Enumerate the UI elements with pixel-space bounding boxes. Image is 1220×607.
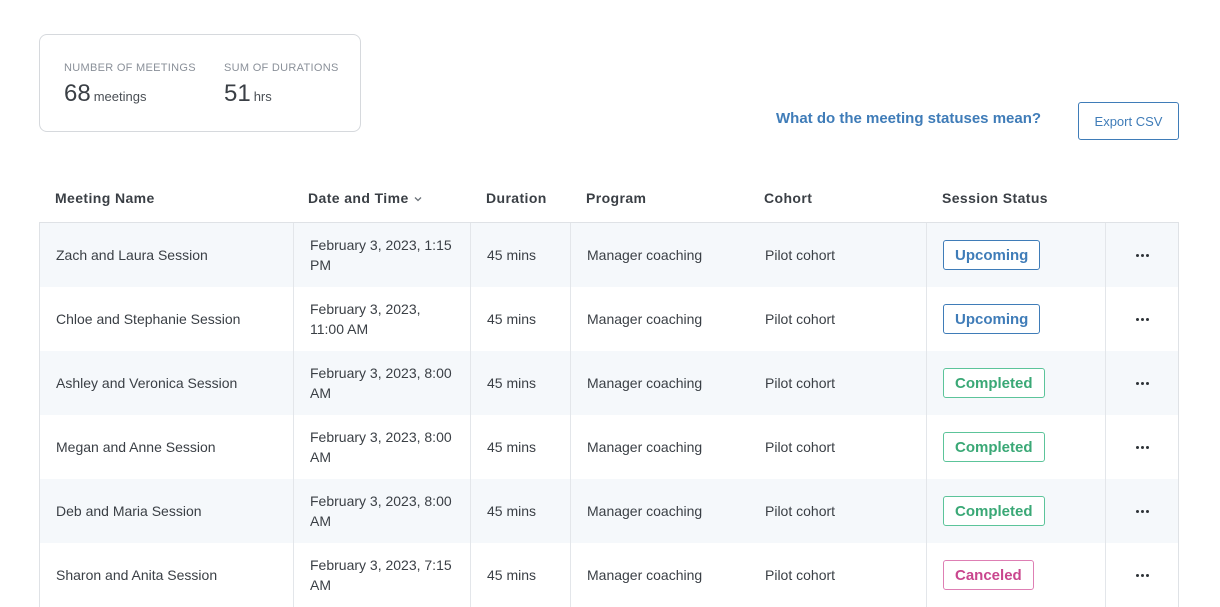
more-horizontal-icon[interactable] xyxy=(1132,378,1153,389)
meeting-cohort: Pilot cohort xyxy=(749,351,927,415)
more-horizontal-icon[interactable] xyxy=(1132,570,1153,581)
meeting-status-cell: Completed xyxy=(927,479,1106,543)
header-cohort: Cohort xyxy=(764,190,813,206)
meeting-cohort: Pilot cohort xyxy=(749,479,927,543)
meeting-date-time: February 3, 2023, 8:00 AM xyxy=(293,351,471,415)
more-horizontal-icon[interactable] xyxy=(1132,442,1153,453)
table-body: Zach and Laura Session February 3, 2023,… xyxy=(39,223,1179,607)
meeting-date-time: February 3, 2023, 8:00 AM xyxy=(293,479,471,543)
status-badge: Completed xyxy=(943,368,1045,398)
meeting-date-time: February 3, 2023, 8:00 AM xyxy=(293,415,471,479)
table-row: Ashley and Veronica Session February 3, … xyxy=(40,351,1178,415)
meetings-stat: NUMBER OF MEETINGS 68 meetings xyxy=(64,62,196,108)
row-actions xyxy=(1106,415,1179,479)
meeting-program: Manager coaching xyxy=(587,567,703,583)
table-row: Sharon and Anita Session February 3, 202… xyxy=(40,543,1178,607)
meeting-status-cell: Completed xyxy=(927,351,1106,415)
meeting-program: Manager coaching xyxy=(587,503,703,519)
status-badge: Completed xyxy=(943,432,1045,462)
row-actions xyxy=(1106,223,1179,287)
durations-stat-label: SUM OF DURATIONS xyxy=(224,62,339,74)
meeting-name: Megan and Anne Session xyxy=(56,439,216,455)
meeting-name: Sharon and Anita Session xyxy=(56,567,218,583)
meeting-status-cell: Canceled xyxy=(927,543,1106,607)
meeting-program: Manager coaching xyxy=(587,311,703,327)
row-actions xyxy=(1106,479,1179,543)
meeting-duration: 45 mins xyxy=(471,479,571,543)
durations-stat: SUM OF DURATIONS 51 hrs xyxy=(224,62,339,108)
durations-total: 51 xyxy=(224,80,251,107)
meeting-date-time: February 3, 2023, 1:15 PM xyxy=(293,223,471,287)
more-horizontal-icon[interactable] xyxy=(1132,250,1153,261)
table-row: Megan and Anne Session February 3, 2023,… xyxy=(40,415,1178,479)
meeting-name: Chloe and Stephanie Session xyxy=(56,311,241,327)
table-header: Meeting Name Date and Time Duration Prog… xyxy=(39,176,1179,223)
meeting-status-cell: Completed xyxy=(927,415,1106,479)
meeting-duration: 45 mins xyxy=(471,543,571,607)
meetings-table: Meeting Name Date and Time Duration Prog… xyxy=(39,176,1179,607)
table-row: Chloe and Stephanie Session February 3, … xyxy=(40,287,1178,351)
export-csv-button[interactable]: Export CSV xyxy=(1078,102,1179,140)
meeting-cohort: Pilot cohort xyxy=(749,415,927,479)
meeting-duration: 45 mins xyxy=(471,415,571,479)
meeting-date-time: February 3, 2023, 7:15 AM xyxy=(293,543,471,607)
more-horizontal-icon[interactable] xyxy=(1132,314,1153,325)
meetings-stat-label: NUMBER OF MEETINGS xyxy=(64,62,196,74)
meeting-status-cell: Upcoming xyxy=(927,287,1106,351)
chevron-down-icon xyxy=(414,197,422,202)
meetings-count: 68 xyxy=(64,80,91,107)
table-row: Deb and Maria Session February 3, 2023, … xyxy=(40,479,1178,543)
meetings-unit: meetings xyxy=(93,89,147,104)
header-duration: Duration xyxy=(486,190,547,206)
header-session-status: Session Status xyxy=(942,190,1048,206)
meeting-name: Deb and Maria Session xyxy=(56,503,202,519)
header-date-time[interactable]: Date and Time xyxy=(308,190,423,206)
meeting-duration: 45 mins xyxy=(471,287,571,351)
table-row: Zach and Laura Session February 3, 2023,… xyxy=(40,223,1178,287)
meeting-cohort: Pilot cohort xyxy=(749,223,927,287)
status-badge: Upcoming xyxy=(943,240,1041,270)
meeting-name: Zach and Laura Session xyxy=(56,247,208,263)
meeting-date-time: February 3, 2023, 11:00 AM xyxy=(293,287,471,351)
row-actions xyxy=(1106,287,1179,351)
meeting-duration: 45 mins xyxy=(471,223,571,287)
meetings-stat-value: 68 meetings xyxy=(64,80,196,108)
header-program: Program xyxy=(586,190,647,206)
status-badge: Completed xyxy=(943,496,1045,526)
row-actions xyxy=(1106,351,1179,415)
durations-unit: hrs xyxy=(253,89,272,104)
more-horizontal-icon[interactable] xyxy=(1132,506,1153,517)
summary-card: NUMBER OF MEETINGS 68 meetings SUM OF DUR… xyxy=(39,34,361,132)
status-help-link[interactable]: What do the meeting statuses mean? xyxy=(776,110,1041,127)
durations-stat-value: 51 hrs xyxy=(224,80,339,108)
meeting-program: Manager coaching xyxy=(587,375,703,391)
meeting-program: Manager coaching xyxy=(587,439,703,455)
meeting-cohort: Pilot cohort xyxy=(749,287,927,351)
header-meeting-name: Meeting Name xyxy=(55,190,155,206)
meeting-status-cell: Upcoming xyxy=(927,223,1106,287)
meeting-name: Ashley and Veronica Session xyxy=(56,375,238,391)
meeting-program: Manager coaching xyxy=(587,247,703,263)
row-actions xyxy=(1106,543,1179,607)
meeting-duration: 45 mins xyxy=(471,351,571,415)
status-badge: Canceled xyxy=(943,560,1034,590)
header-date-time-label: Date and Time xyxy=(308,190,409,206)
meeting-cohort: Pilot cohort xyxy=(749,543,927,607)
status-badge: Upcoming xyxy=(943,304,1041,334)
